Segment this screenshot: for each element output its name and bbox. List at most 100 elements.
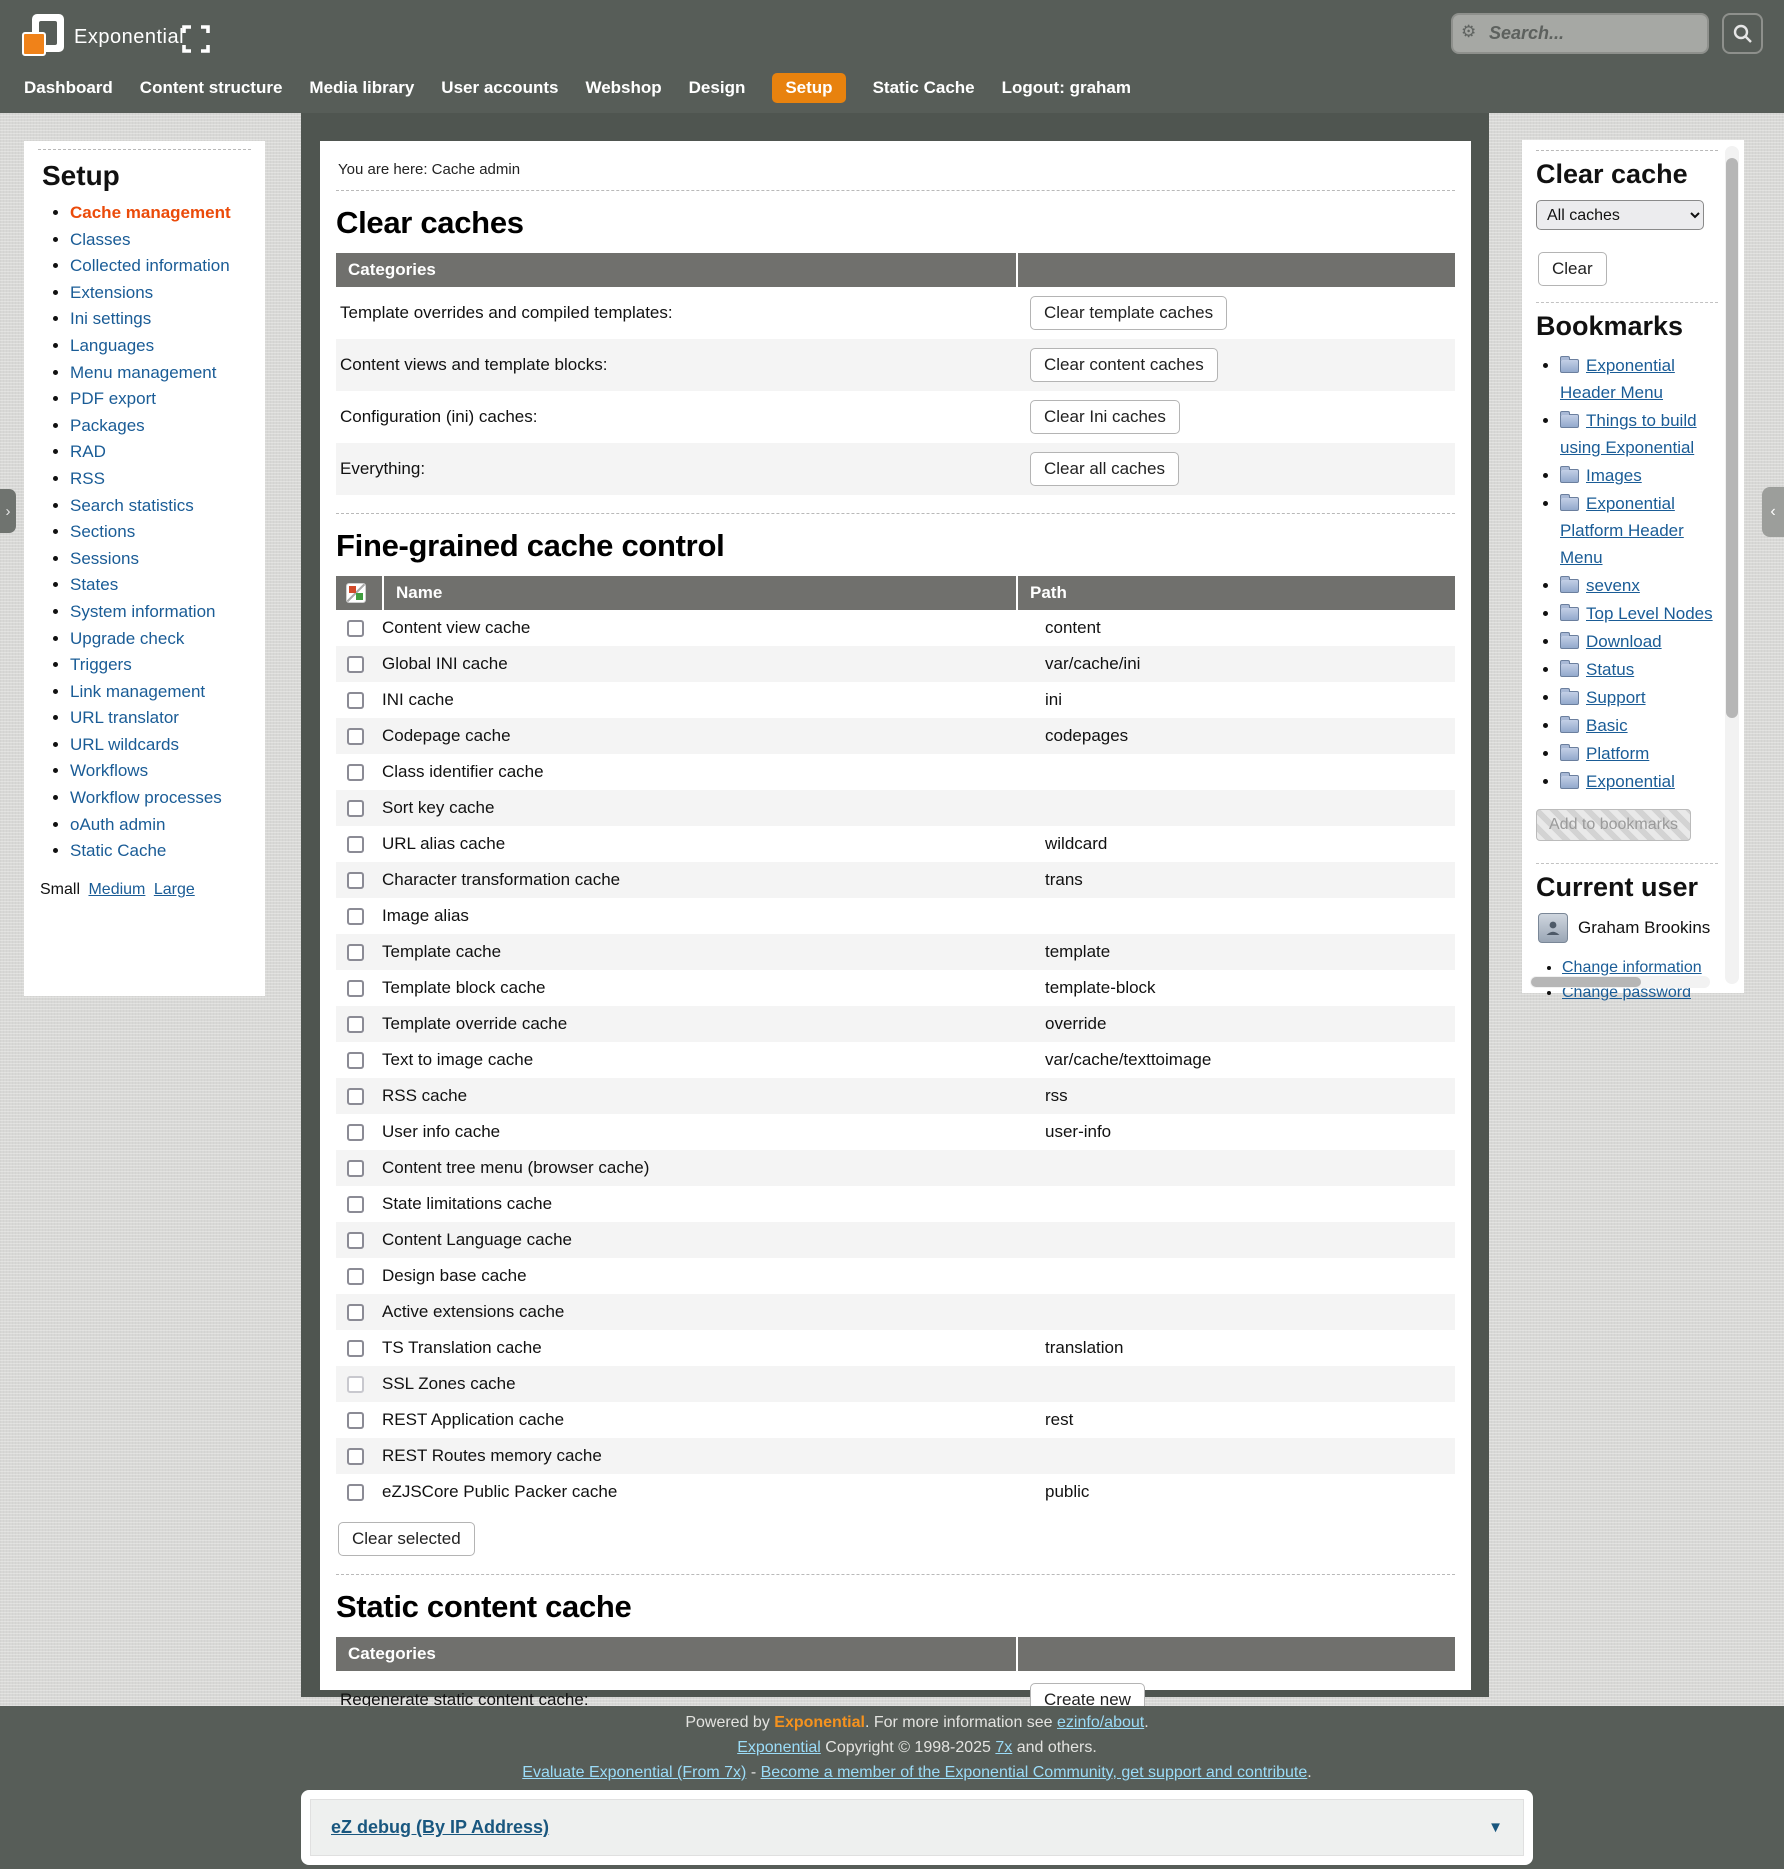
nav-item-content-structure[interactable]: Content structure xyxy=(140,77,283,99)
row-checkbox[interactable] xyxy=(347,836,364,853)
exponential-link[interactable]: Exponential xyxy=(737,1739,821,1756)
size-small-label: Small xyxy=(40,881,80,898)
community-link[interactable]: Become a member of the Exponential Commu… xyxy=(761,1764,1308,1781)
fullscreen-icon[interactable] xyxy=(182,24,210,54)
sidebar-item-url-translator[interactable]: URL translator xyxy=(70,705,251,732)
row-checkbox[interactable] xyxy=(347,872,364,889)
row-checkbox[interactable] xyxy=(347,1052,364,1069)
bookmark-platform[interactable]: Platform xyxy=(1560,740,1718,767)
nav-item-dashboard[interactable]: Dashboard xyxy=(24,77,113,99)
clear-button[interactable]: Clear xyxy=(1538,252,1607,286)
sidebar-item-url-wildcards[interactable]: URL wildcards xyxy=(70,732,251,759)
bookmark-images[interactable]: Images xyxy=(1560,462,1718,489)
bookmark-sevenx[interactable]: sevenx xyxy=(1560,572,1718,599)
sidebar-item-upgrade-check[interactable]: Upgrade check xyxy=(70,626,251,653)
scrollbar-thumb[interactable] xyxy=(1531,977,1641,987)
sidebar-item-menu-management[interactable]: Menu management xyxy=(70,360,251,387)
sidebar-item-system-information[interactable]: System information xyxy=(70,599,251,626)
row-checkbox[interactable] xyxy=(347,1016,364,1033)
sidebar-item-rss[interactable]: RSS xyxy=(70,466,251,493)
horizontal-scrollbar[interactable] xyxy=(1530,976,1710,988)
sidebar-item-packages[interactable]: Packages xyxy=(70,413,251,440)
row-checkbox[interactable] xyxy=(347,1124,364,1141)
sidebar-item-classes[interactable]: Classes xyxy=(70,227,251,254)
row-checkbox[interactable] xyxy=(347,1448,364,1465)
scrollbar-thumb[interactable] xyxy=(1726,158,1738,718)
sidebar-item-ini-settings[interactable]: Ini settings xyxy=(70,306,251,333)
seven-x-link[interactable]: 7x xyxy=(995,1739,1012,1756)
row-checkbox[interactable] xyxy=(347,1376,364,1393)
sidebar-item-rad[interactable]: RAD xyxy=(70,439,251,466)
sidebar-item-triggers[interactable]: Triggers xyxy=(70,652,251,679)
row-action-button[interactable]: Clear template caches xyxy=(1030,296,1227,330)
left-panel-expand-tab[interactable]: › xyxy=(0,489,16,533)
row-checkbox[interactable] xyxy=(347,944,364,961)
row-checkbox[interactable] xyxy=(347,1196,364,1213)
row-checkbox[interactable] xyxy=(347,1268,364,1285)
sidebar-item-collected-information[interactable]: Collected information xyxy=(70,253,251,280)
evaluate-link[interactable]: Evaluate Exponential (From 7x) xyxy=(522,1764,746,1781)
size-large-link[interactable]: Large xyxy=(154,881,195,898)
nav-item-setup[interactable]: Setup xyxy=(772,73,845,103)
row-checkbox[interactable] xyxy=(347,1412,364,1429)
sidebar-item-link-management[interactable]: Link management xyxy=(70,679,251,706)
exponential-logo-icon[interactable] xyxy=(22,12,66,60)
sidebar-item-extensions[interactable]: Extensions xyxy=(70,280,251,307)
ezinfo-link[interactable]: ezinfo/about xyxy=(1057,1714,1144,1731)
sidebar-item-sections[interactable]: Sections xyxy=(70,519,251,546)
bookmark-things-to-build-using-exponential[interactable]: Things to build using Exponential xyxy=(1560,407,1718,461)
right-panel-collapse-tab[interactable]: ‹ xyxy=(1762,487,1784,537)
search-input[interactable] xyxy=(1451,13,1709,54)
row-checkbox[interactable] xyxy=(347,1088,364,1105)
row-checkbox[interactable] xyxy=(347,1160,364,1177)
content-region: › ‹ Setup Cache managementClassesCollect… xyxy=(0,113,1784,1706)
size-medium-link[interactable]: Medium xyxy=(88,881,145,898)
nav-item-design[interactable]: Design xyxy=(689,77,746,99)
row-checkbox[interactable] xyxy=(347,800,364,817)
row-checkbox[interactable] xyxy=(347,656,364,673)
sidebar-item-oauth-admin[interactable]: oAuth admin xyxy=(70,812,251,839)
sidebar-item-workflow-processes[interactable]: Workflow processes xyxy=(70,785,251,812)
bookmark-support[interactable]: Support xyxy=(1560,684,1718,711)
cache-type-select[interactable]: All caches xyxy=(1536,200,1704,230)
nav-item-static-cache[interactable]: Static Cache xyxy=(873,77,975,99)
sidebar-item-languages[interactable]: Languages xyxy=(70,333,251,360)
bookmark-exponential-platform-header-menu[interactable]: Exponential Platform Header Menu xyxy=(1560,490,1718,571)
row-checkbox[interactable] xyxy=(347,980,364,997)
row-action-button[interactable]: Clear all caches xyxy=(1030,452,1179,486)
sidebar-item-workflows[interactable]: Workflows xyxy=(70,758,251,785)
row-checkbox[interactable] xyxy=(347,692,364,709)
row-action-button[interactable]: Clear Ini caches xyxy=(1030,400,1180,434)
debug-toggle-icon[interactable]: ▼ xyxy=(1488,1815,1503,1840)
bookmark-exponential[interactable]: Exponential xyxy=(1560,768,1718,795)
bookmark-exponential-header-menu[interactable]: Exponential Header Menu xyxy=(1560,352,1718,406)
sidebar-item-static-cache[interactable]: Static Cache xyxy=(70,838,251,865)
bookmark-top-level-nodes[interactable]: Top Level Nodes xyxy=(1560,600,1718,627)
nav-item-user-accounts[interactable]: User accounts xyxy=(441,77,558,99)
row-checkbox[interactable] xyxy=(347,908,364,925)
sidebar-item-search-statistics[interactable]: Search statistics xyxy=(70,493,251,520)
nav-item-logout-graham[interactable]: Logout: graham xyxy=(1002,77,1131,99)
row-checkbox[interactable] xyxy=(347,1484,364,1501)
row-checkbox[interactable] xyxy=(347,620,364,637)
row-checkbox[interactable] xyxy=(347,1232,364,1249)
row-checkbox[interactable] xyxy=(347,764,364,781)
bookmark-basic[interactable]: Basic xyxy=(1560,712,1718,739)
row-checkbox[interactable] xyxy=(347,1340,364,1357)
row-checkbox[interactable] xyxy=(347,728,364,745)
clear-selected-button[interactable]: Clear selected xyxy=(338,1522,475,1556)
sidebar-item-cache-management[interactable]: Cache management xyxy=(70,200,251,227)
row-action-button[interactable]: Clear content caches xyxy=(1030,348,1218,382)
sidebar-item-pdf-export[interactable]: PDF export xyxy=(70,386,251,413)
sidebar-item-states[interactable]: States xyxy=(70,572,251,599)
nav-item-webshop[interactable]: Webshop xyxy=(585,77,661,99)
ez-debug-link[interactable]: eZ debug (By IP Address) xyxy=(331,1815,549,1840)
bookmark-status[interactable]: Status xyxy=(1560,656,1718,683)
vertical-scrollbar[interactable] xyxy=(1725,146,1739,984)
search-button[interactable] xyxy=(1722,13,1763,54)
nav-item-media-library[interactable]: Media library xyxy=(309,77,414,99)
toggle-selection-icon[interactable] xyxy=(346,583,366,603)
bookmark-download[interactable]: Download xyxy=(1560,628,1718,655)
sidebar-item-sessions[interactable]: Sessions xyxy=(70,546,251,573)
row-checkbox[interactable] xyxy=(347,1304,364,1321)
